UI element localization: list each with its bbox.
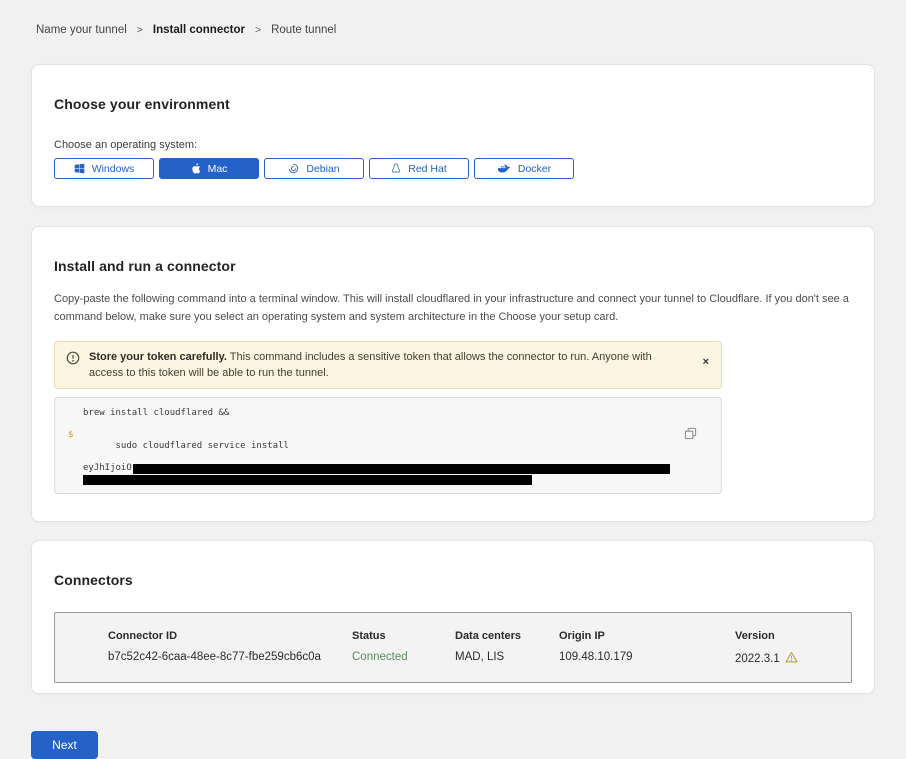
- debian-icon: [288, 163, 299, 174]
- os-button-redhat[interactable]: Red Hat: [369, 158, 469, 179]
- redacted-token-bar: [83, 475, 532, 485]
- cell-connector-id: b7c52c42-6caa-48ee-8c77-fbe259cb6c0a: [108, 651, 352, 666]
- os-button-docker[interactable]: Docker: [474, 158, 574, 179]
- os-select-label: Choose an operating system:: [54, 139, 852, 151]
- breadcrumb-install-connector[interactable]: Install connector: [153, 24, 245, 36]
- breadcrumb-route-tunnel[interactable]: Route tunnel: [271, 24, 336, 36]
- windows-icon: [74, 163, 85, 174]
- token-warning-text: Store your token carefully. This command…: [89, 349, 689, 381]
- os-button-label: Docker: [518, 163, 551, 175]
- os-button-windows[interactable]: Windows: [54, 158, 154, 179]
- alert-circle-icon: [66, 351, 80, 370]
- token-prefix: eyJhIjoiO: [83, 463, 132, 474]
- os-button-group: Windows Mac Debian Red Hat Docker: [54, 158, 852, 179]
- breadcrumb-separator: >: [137, 24, 143, 36]
- code-line-token: eyJhIjoiO: [55, 463, 721, 474]
- cell-data-centers: MAD, LIS: [455, 651, 559, 666]
- warning-triangle-icon: [785, 651, 798, 666]
- code-line-sudo-text: sudo cloudflared service install: [116, 441, 289, 451]
- shell-prompt: $: [68, 430, 73, 441]
- code-line-brew: brew install cloudflared &&: [55, 408, 721, 419]
- column-header-version: Version: [735, 630, 841, 642]
- column-header-connector-id: Connector ID: [108, 630, 352, 642]
- environment-card: Choose your environment Choose an operat…: [31, 64, 875, 207]
- status-badge: Connected: [352, 651, 455, 666]
- breadcrumb-name-your-tunnel[interactable]: Name your tunnel: [36, 24, 127, 36]
- connectors-table: Connector ID Status Data centers Origin …: [54, 612, 852, 683]
- os-button-label: Windows: [92, 163, 135, 175]
- column-header-origin-ip: Origin IP: [559, 630, 735, 642]
- environment-card-title: Choose your environment: [54, 96, 852, 112]
- os-button-label: Red Hat: [408, 163, 447, 175]
- column-header-data-centers: Data centers: [455, 630, 559, 642]
- connectors-card-title: Connectors: [54, 572, 852, 588]
- docker-icon: [497, 163, 511, 174]
- cell-origin-ip: 109.48.10.179: [559, 651, 735, 666]
- breadcrumb-separator: >: [255, 24, 261, 36]
- close-icon[interactable]: ×: [689, 349, 709, 368]
- install-card-title: Install and run a connector: [54, 258, 852, 274]
- install-connector-card: Install and run a connector Copy-paste t…: [31, 226, 875, 522]
- apple-icon: [191, 163, 201, 174]
- os-button-label: Debian: [306, 163, 339, 175]
- next-button[interactable]: Next: [31, 731, 98, 759]
- breadcrumb: Name your tunnel > Install connector > R…: [0, 0, 906, 36]
- install-description: Copy-paste the following command into a …: [54, 290, 852, 326]
- version-value: 2022.3.1: [735, 653, 780, 665]
- column-header-status: Status: [352, 630, 455, 642]
- os-button-debian[interactable]: Debian: [264, 158, 364, 179]
- redhat-icon: [391, 163, 401, 174]
- code-line-sudo: $ sudo cloudflared service install: [55, 430, 721, 463]
- token-warning-title: Store your token carefully.: [89, 351, 227, 363]
- install-command-code-block: brew install cloudflared && $ sudo cloudf…: [54, 397, 722, 494]
- os-button-label: Mac: [208, 163, 228, 175]
- connectors-card: Connectors Connector ID Status Data cent…: [31, 540, 875, 694]
- redacted-token-bar: [133, 464, 670, 474]
- copy-icon[interactable]: [682, 425, 699, 445]
- token-warning-banner: Store your token carefully. This command…: [54, 341, 722, 389]
- os-button-mac[interactable]: Mac: [159, 158, 259, 179]
- cell-version: 2022.3.1: [735, 651, 841, 666]
